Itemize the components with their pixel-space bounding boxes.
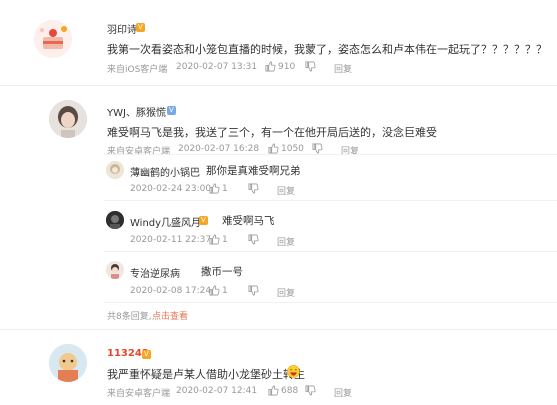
reply-button[interactable]: 回复 bbox=[277, 235, 295, 248]
reply-button[interactable]: 回复 bbox=[341, 144, 359, 157]
reply-text: 撒币一号 bbox=[201, 266, 243, 278]
comment-time: 2020-02-07 12:41 bbox=[176, 386, 258, 396]
like-icon[interactable] bbox=[209, 234, 220, 245]
like-count: 1 bbox=[222, 184, 228, 194]
vip-badge: V bbox=[142, 350, 151, 359]
comment-source: 来自安卓客户端 bbox=[107, 389, 171, 399]
reply-time: 2020-02-11 22:37 bbox=[130, 235, 212, 245]
vip-badge: V bbox=[199, 216, 208, 225]
avatar-portrait-image bbox=[49, 100, 87, 138]
reply-username[interactable]: 薄幽鹤的小锅巴 bbox=[130, 164, 200, 179]
avatar[interactable] bbox=[34, 20, 72, 58]
comment-text: 难受啊马飞是我，我送了三个，有一个在他开局后送的，没念巨难受 bbox=[107, 126, 437, 139]
more-replies-link[interactable]: 点击查看 bbox=[152, 309, 188, 322]
comment-text: 我严重怀疑是卢某人借助小龙堡砂土转生 bbox=[107, 368, 305, 381]
avatar[interactable] bbox=[49, 100, 87, 138]
like-icon[interactable] bbox=[209, 183, 220, 194]
divider bbox=[104, 154, 557, 155]
avatar-image bbox=[106, 211, 124, 229]
reply-button[interactable]: 回复 bbox=[277, 184, 295, 197]
laughing-emoji-icon bbox=[287, 365, 300, 378]
avatar-image bbox=[106, 261, 124, 279]
dislike-icon[interactable] bbox=[312, 143, 323, 154]
like-count: 1 bbox=[222, 235, 228, 245]
more-replies-count: 共8条回复, bbox=[107, 312, 152, 322]
divider bbox=[104, 200, 557, 201]
dislike-icon[interactable] bbox=[248, 183, 259, 194]
like-count: 688 bbox=[281, 386, 299, 396]
member-badge: V bbox=[167, 106, 176, 115]
avatar[interactable] bbox=[106, 261, 124, 279]
divider bbox=[0, 329, 557, 330]
like-count: 1 bbox=[222, 286, 228, 296]
reply-text: 难受啊马飞 bbox=[222, 215, 275, 227]
reply-button[interactable]: 回复 bbox=[334, 62, 352, 75]
dislike-icon[interactable] bbox=[305, 61, 316, 72]
like-count: 910 bbox=[278, 62, 296, 72]
reply-username[interactable]: Windy几盛风月 bbox=[130, 214, 201, 229]
avatar[interactable] bbox=[49, 344, 87, 382]
avatar-cake-image bbox=[34, 20, 72, 58]
like-icon[interactable] bbox=[209, 285, 220, 296]
vip-badge: V bbox=[136, 23, 145, 32]
divider bbox=[104, 251, 557, 252]
comment-time: 2020-02-07 13:31 bbox=[176, 62, 258, 72]
comment-source: 来自安卓客户端 bbox=[107, 147, 171, 157]
avatar[interactable] bbox=[106, 211, 124, 229]
like-icon[interactable] bbox=[268, 143, 279, 154]
reply-username[interactable]: 专治逆尿病 bbox=[130, 265, 180, 280]
reply-time: 2020-02-08 17:24 bbox=[130, 286, 212, 296]
dislike-icon[interactable] bbox=[248, 285, 259, 296]
like-count: 1050 bbox=[281, 144, 304, 154]
dislike-icon[interactable] bbox=[248, 234, 259, 245]
username[interactable]: 羽印诗 bbox=[107, 21, 137, 36]
username[interactable]: YWJ、豚猴慌 bbox=[107, 104, 166, 119]
dislike-icon[interactable] bbox=[305, 385, 316, 396]
avatar-image bbox=[106, 161, 124, 179]
like-icon[interactable] bbox=[265, 61, 276, 72]
avatar[interactable] bbox=[106, 161, 124, 179]
like-icon[interactable] bbox=[268, 385, 279, 396]
comment-source: 来自iOS客户端 bbox=[107, 65, 168, 75]
reply-text: 那你是真难受啊兄弟 bbox=[206, 165, 301, 177]
comment-time: 2020-02-07 16:28 bbox=[178, 144, 260, 154]
divider bbox=[0, 85, 557, 86]
divider bbox=[104, 302, 557, 303]
reply-button[interactable]: 回复 bbox=[334, 386, 352, 399]
comment-text: 我第一次看姿态和小笼包直播的时候，我蒙了，姿态怎么和卢本伟在一起玩了？？？？？？ bbox=[107, 43, 547, 56]
reply-time: 2020-02-24 23:00 bbox=[130, 184, 212, 194]
avatar-cartoon-image bbox=[49, 344, 87, 382]
reply-button[interactable]: 回复 bbox=[277, 286, 295, 299]
